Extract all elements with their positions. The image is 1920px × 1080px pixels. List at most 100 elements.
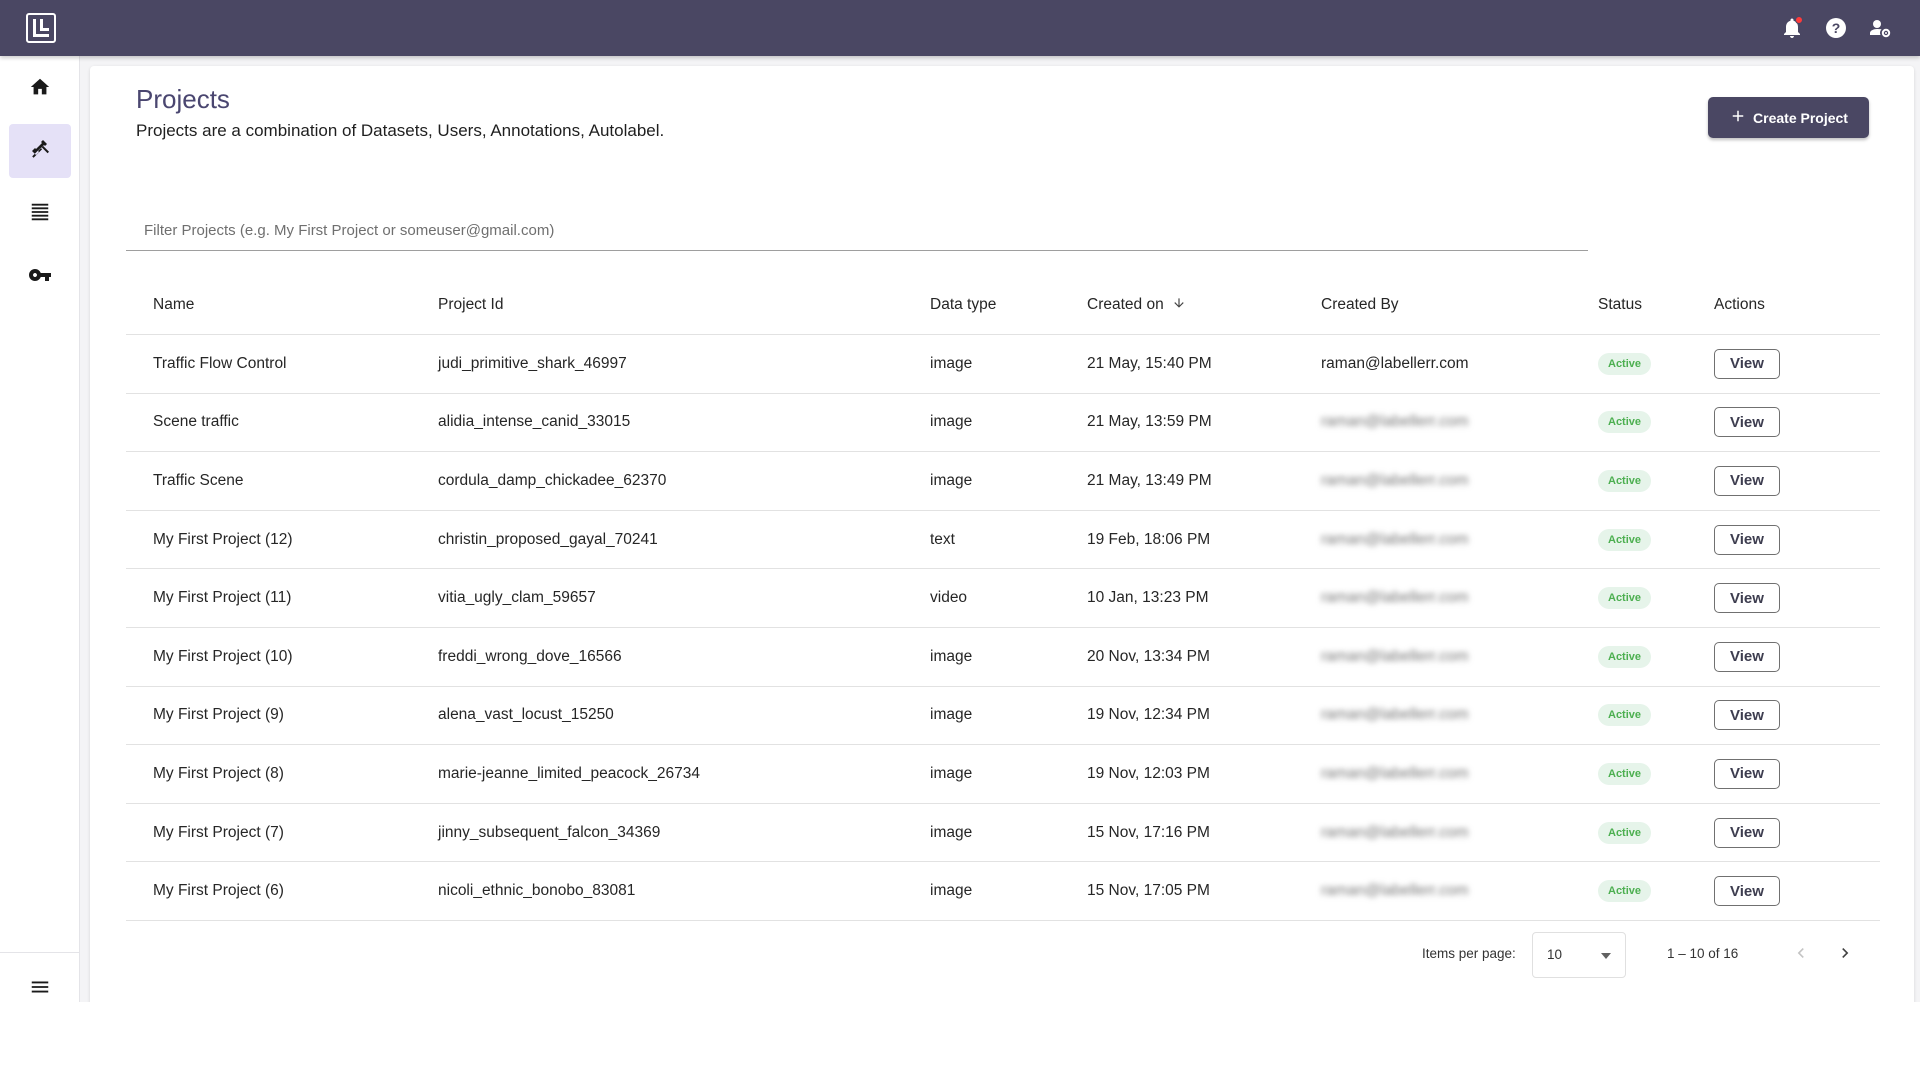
data-type: video <box>930 589 968 607</box>
project-id: christin_proposed_gayal_70241 <box>438 530 658 548</box>
projects-table: Name Project Id Data type Created on Cre… <box>126 276 1880 921</box>
data-type: image <box>930 706 973 724</box>
created-on: 21 May, 13:49 PM <box>1087 471 1212 489</box>
account-settings-icon[interactable] <box>1868 16 1892 40</box>
status-badge: Active <box>1598 762 1652 785</box>
created-on: 20 Nov, 13:34 PM <box>1087 647 1210 665</box>
sidebar-item-tools[interactable] <box>9 124 71 178</box>
column-header-name[interactable]: Name <box>153 276 194 334</box>
notification-bell-icon[interactable] <box>1780 16 1804 40</box>
table-row: Traffic Flow Control judi_primitive_shark… <box>126 335 1880 394</box>
filter-input[interactable] <box>126 216 1588 250</box>
labellerr-logo-icon[interactable] <box>26 13 56 43</box>
sidebar-menu-toggle[interactable] <box>9 962 71 1002</box>
status-cell: Active <box>1598 862 1652 920</box>
created-by: raman@labellerr.com <box>1321 706 1469 724</box>
project-name: My First Project (7) <box>153 823 284 841</box>
view-button[interactable]: View <box>1714 407 1780 438</box>
table-row: Scene traffic alidia_intense_canid_33015 i… <box>126 394 1880 453</box>
project-name: Traffic Scene <box>153 471 244 489</box>
status-cell: Active <box>1598 687 1652 745</box>
data-type: image <box>930 647 973 665</box>
chevron-right-icon <box>1835 943 1855 968</box>
help-icon[interactable]: ? <box>1824 16 1848 40</box>
created-on: 10 Jan, 13:23 PM <box>1087 589 1209 607</box>
status-cell: Active <box>1598 745 1652 803</box>
view-button[interactable]: View <box>1714 758 1780 789</box>
view-button[interactable]: View <box>1714 817 1780 848</box>
project-name: My First Project (10) <box>153 647 293 665</box>
project-id: jinny_subsequent_falcon_34369 <box>438 823 661 841</box>
actions-cell: View <box>1714 745 1780 803</box>
create-project-label: Create Project <box>1753 109 1848 126</box>
list-icon <box>29 201 51 228</box>
actions-cell: View <box>1714 394 1780 452</box>
top-bar: ? <box>0 0 1920 56</box>
actions-cell: View <box>1714 335 1780 393</box>
status-cell: Active <box>1598 511 1652 569</box>
view-button[interactable]: View <box>1714 524 1780 555</box>
created-on: 19 Nov, 12:03 PM <box>1087 764 1210 782</box>
project-id: alena_vast_locust_15250 <box>438 706 614 724</box>
dropdown-caret-icon <box>1601 953 1611 959</box>
project-name: My First Project (11) <box>153 589 292 607</box>
table-row: My First Project (9) alena_vast_locust_15… <box>126 687 1880 746</box>
project-id: cordula_damp_chickadee_62370 <box>438 471 667 489</box>
table-row: My First Project (8) marie-jeanne_limited… <box>126 745 1880 804</box>
created-by: raman@labellerr.com <box>1321 823 1469 841</box>
view-button[interactable]: View <box>1714 641 1780 672</box>
sidebar-item-list[interactable] <box>9 187 71 241</box>
chevron-left-icon <box>1791 943 1811 968</box>
column-header-created-on[interactable]: Created on <box>1087 276 1186 334</box>
status-badge: Active <box>1598 528 1652 551</box>
data-type: image <box>930 764 973 782</box>
data-type: text <box>930 530 955 548</box>
column-header-data-type[interactable]: Data type <box>930 276 996 334</box>
view-button[interactable]: View <box>1714 876 1780 907</box>
status-cell: Active <box>1598 394 1652 452</box>
sidebar-item-home[interactable] <box>9 62 71 116</box>
sidebar-item-keys[interactable] <box>9 250 71 304</box>
project-id: vitia_ugly_clam_59657 <box>438 589 596 607</box>
column-header-created-by[interactable]: Created By <box>1321 276 1399 334</box>
actions-cell: View <box>1714 452 1780 510</box>
items-per-page-select[interactable]: 10 <box>1532 932 1626 978</box>
status-cell: Active <box>1598 452 1652 510</box>
data-type: image <box>930 413 973 431</box>
page-subtitle: Projects are a combination of Datasets, … <box>136 121 665 140</box>
view-button[interactable]: View <box>1714 583 1780 614</box>
status-badge: Active <box>1598 352 1652 375</box>
data-type: image <box>930 882 973 900</box>
app-window: ? Projects Projects are a combination of… <box>0 0 1920 1002</box>
actions-cell: View <box>1714 862 1780 920</box>
column-header-status[interactable]: Status <box>1598 276 1642 334</box>
column-header-project-id[interactable]: Project Id <box>438 276 503 334</box>
create-project-button[interactable]: Create Project <box>1708 97 1869 138</box>
status-cell: Active <box>1598 628 1652 686</box>
notification-dot <box>1795 16 1803 24</box>
table-body: Traffic Flow Control judi_primitive_shark… <box>126 335 1880 921</box>
items-per-page-value: 10 <box>1547 947 1563 962</box>
created-on: 19 Feb, 18:06 PM <box>1087 530 1211 548</box>
top-bar-actions: ? <box>1780 16 1892 40</box>
view-button[interactable]: View <box>1714 465 1780 496</box>
created-on: 15 Nov, 17:16 PM <box>1087 823 1210 841</box>
created-by: raman@labellerr.com <box>1321 530 1469 548</box>
status-badge: Active <box>1598 411 1652 434</box>
previous-page-button[interactable] <box>1786 940 1816 970</box>
tools-icon <box>28 137 52 166</box>
sort-arrow-down-icon <box>1172 296 1186 314</box>
menu-icon <box>29 976 51 1003</box>
view-button[interactable]: View <box>1714 700 1780 731</box>
table-header-row: Name Project Id Data type Created on Cre… <box>126 276 1880 335</box>
next-page-button[interactable] <box>1830 940 1860 970</box>
projects-card: Projects Projects are a combination of D… <box>90 66 1914 1002</box>
status-cell: Active <box>1598 335 1652 393</box>
created-by: raman@labellerr.com <box>1321 882 1469 900</box>
created-on: 19 Nov, 12:34 PM <box>1087 706 1210 724</box>
actions-cell: View <box>1714 569 1780 627</box>
view-button[interactable]: View <box>1714 348 1780 379</box>
created-on: 21 May, 15:40 PM <box>1087 354 1212 372</box>
created-by: raman@labellerr.com <box>1321 413 1469 431</box>
actions-cell: View <box>1714 804 1780 862</box>
